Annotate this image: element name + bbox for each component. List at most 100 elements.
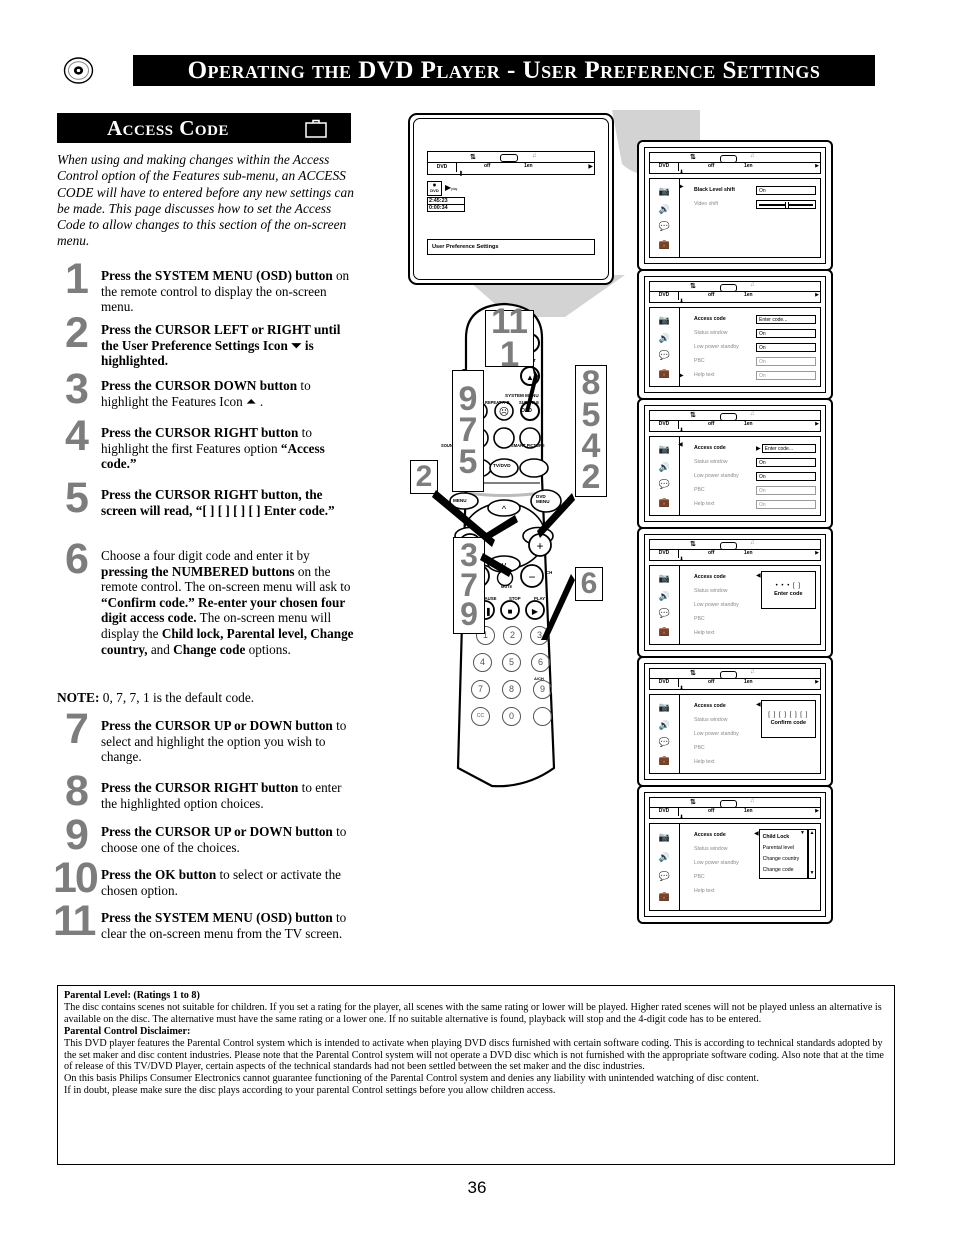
menu-option-row[interactable]: Access code ▶ Enter code... bbox=[694, 442, 816, 454]
menu-icon-rail[interactable]: 📷 🔊 💬 💼 bbox=[649, 307, 679, 387]
step-2: 2 Press the CURSOR LEFT or RIGHT until t… bbox=[57, 312, 357, 369]
step-8: 8 Press the CURSOR RIGHT button to enter… bbox=[57, 770, 357, 813]
video-shift-slider[interactable] bbox=[756, 199, 816, 209]
language-icon[interactable]: 💬 bbox=[659, 871, 670, 882]
page-header-bar: Operating the DVD Player - User Preferen… bbox=[133, 55, 875, 86]
picture-icon[interactable]: 📷 bbox=[659, 444, 670, 455]
features-icon[interactable]: 💼 bbox=[659, 891, 670, 902]
picture-icon[interactable]: 📷 bbox=[659, 573, 670, 584]
confirm-code-dialog[interactable]: [ ] [ ] [ ] [ ] Confirm code bbox=[760, 700, 816, 738]
banner-arrow-down-icon: ⬇ bbox=[679, 299, 685, 305]
menu-option-row[interactable]: Help text On bbox=[694, 498, 816, 510]
sound-icon[interactable]: 🔊 bbox=[659, 462, 670, 473]
sound-icon[interactable]: 🔊 bbox=[659, 852, 670, 863]
menu-label[interactable]: MENU bbox=[453, 498, 467, 503]
key-4[interactable]: 4 bbox=[473, 653, 492, 672]
osd-value-left: off bbox=[708, 163, 715, 169]
features-icon[interactable]: 💼 bbox=[659, 497, 670, 508]
option-label: Status window bbox=[694, 330, 728, 336]
menu-option-row[interactable]: Access code Enter code... bbox=[694, 313, 816, 325]
menu-option-row[interactable]: Black Level shift On bbox=[694, 184, 816, 196]
submenu-item-change-country[interactable]: Change country bbox=[763, 854, 807, 865]
picture-icon[interactable]: 📷 bbox=[659, 702, 670, 713]
option-value[interactable]: On bbox=[756, 471, 816, 481]
option-value[interactable]: On bbox=[756, 499, 816, 509]
osd-dvd-label: DVD bbox=[650, 162, 679, 171]
banner-arrow-right-icon: ▶ bbox=[815, 680, 819, 685]
option-value[interactable]: On bbox=[756, 185, 816, 195]
language-icon[interactable]: 💬 bbox=[659, 737, 670, 748]
menu-option-row[interactable]: Help text On bbox=[694, 369, 816, 381]
menu-option-row[interactable]: Video shift bbox=[694, 198, 816, 210]
menu-option-row[interactable]: Low power standby On bbox=[694, 470, 816, 482]
key-2[interactable]: 2 bbox=[503, 626, 522, 645]
key-aoh[interactable] bbox=[533, 707, 552, 726]
option-value[interactable]: Enter code... bbox=[761, 443, 816, 453]
elapsed-time: 0:00:34 bbox=[427, 205, 465, 212]
features-icon[interactable]: 💼 bbox=[659, 239, 670, 250]
option-value[interactable]: On bbox=[756, 356, 816, 366]
submenu-scrollbar[interactable]: ▲ ▼ bbox=[808, 829, 816, 879]
scroll-up-icon[interactable]: ▲ bbox=[809, 830, 815, 837]
access-control-submenu[interactable]: Child Lock Parental level Change country… bbox=[758, 829, 816, 879]
menu-icon-rail[interactable]: 📷 🔊 💬 💼 bbox=[649, 823, 679, 911]
menu-icon-rail[interactable]: 📷 🔊 💬 💼 bbox=[649, 565, 679, 645]
menu-option-row[interactable]: Low power standby On bbox=[694, 341, 816, 353]
scroll-down-icon[interactable]: ▼ bbox=[809, 870, 815, 877]
key-cc[interactable]: CC bbox=[471, 707, 490, 726]
dvd-disc-icon bbox=[63, 57, 94, 84]
picture-icon[interactable]: 📷 bbox=[659, 832, 670, 843]
key-6[interactable]: 6 bbox=[531, 653, 550, 672]
language-icon[interactable]: 💬 bbox=[659, 350, 670, 361]
option-value[interactable]: On bbox=[756, 485, 816, 495]
sound-icon[interactable]: 🔊 bbox=[659, 591, 670, 602]
code-entry-field[interactable]: • • • [ ] bbox=[776, 583, 801, 589]
features-icon[interactable]: 💼 bbox=[659, 626, 670, 637]
menu-option-row[interactable]: PBC On bbox=[694, 484, 816, 496]
option-value[interactable]: On bbox=[756, 370, 816, 380]
menu-icon-rail[interactable]: 📷 🔊 💬 💼 bbox=[649, 694, 679, 774]
features-icon[interactable]: 💼 bbox=[659, 755, 670, 766]
language-icon[interactable]: 💬 bbox=[659, 221, 670, 232]
option-label: Video shift bbox=[694, 201, 719, 207]
osd-button-label[interactable]: OSD bbox=[521, 408, 532, 414]
option-label: Status window bbox=[694, 717, 728, 723]
step-text: Press the OK button to select or activat… bbox=[101, 867, 342, 898]
picture-icon[interactable]: 📷 bbox=[659, 186, 670, 197]
option-value[interactable]: On bbox=[756, 328, 816, 338]
picture-icon[interactable]: 📷 bbox=[659, 315, 670, 326]
sound-icon[interactable]: 🔊 bbox=[659, 333, 670, 344]
key-8[interactable]: 8 bbox=[502, 680, 521, 699]
option-value[interactable]: Enter code... bbox=[756, 314, 816, 324]
menu-icon-rail[interactable]: 📷 🔊 💬 💼 bbox=[649, 436, 679, 516]
key-7[interactable]: 7 bbox=[471, 680, 490, 699]
key-9[interactable]: 9 bbox=[533, 680, 552, 699]
dvd-menu-label[interactable]: DVD MENU bbox=[536, 494, 550, 504]
features-icon[interactable]: 💼 bbox=[659, 368, 670, 379]
menu-option-row[interactable]: Status window On bbox=[694, 456, 816, 468]
option-label: Status window bbox=[694, 846, 728, 852]
option-value[interactable]: On bbox=[756, 457, 816, 467]
submenu-item-parental-level[interactable]: Parental level bbox=[763, 843, 807, 854]
enter-code-dialog[interactable]: • • • [ ] Enter code bbox=[760, 571, 816, 609]
sound-icon[interactable]: 🔊 bbox=[659, 720, 670, 731]
language-icon[interactable]: 💬 bbox=[659, 608, 670, 619]
submenu-item-change-code[interactable]: Change code bbox=[763, 865, 807, 876]
osd-banner: DVD off 1en ⇅ ♫ ▶ ⬇ bbox=[649, 668, 821, 692]
mute-label: MUTE bbox=[501, 584, 513, 589]
step-3: 3 Press the CURSOR DOWN button to highli… bbox=[57, 368, 357, 411]
key-0[interactable]: 0 bbox=[502, 707, 521, 726]
key-5[interactable]: 5 bbox=[502, 653, 521, 672]
tvdvd-label[interactable]: TV/DVD bbox=[493, 464, 511, 469]
sound-icon[interactable]: 🔊 bbox=[659, 204, 670, 215]
option-value[interactable]: On bbox=[756, 342, 816, 352]
menu-option-row[interactable]: Status window On bbox=[694, 327, 816, 339]
code-confirm-field[interactable]: [ ] [ ] [ ] [ ] bbox=[768, 712, 808, 718]
callout-2: 2 bbox=[410, 460, 438, 494]
option-label: Help text bbox=[694, 888, 715, 894]
key-3[interactable]: 3 bbox=[530, 626, 549, 645]
language-icon[interactable]: 💬 bbox=[659, 479, 670, 490]
menu-option-row[interactable]: PBC On bbox=[694, 355, 816, 367]
menu-icon-rail[interactable]: 📷 🔊 💬 💼 bbox=[649, 178, 679, 258]
user-preference-icon: ⇅ bbox=[690, 670, 696, 677]
